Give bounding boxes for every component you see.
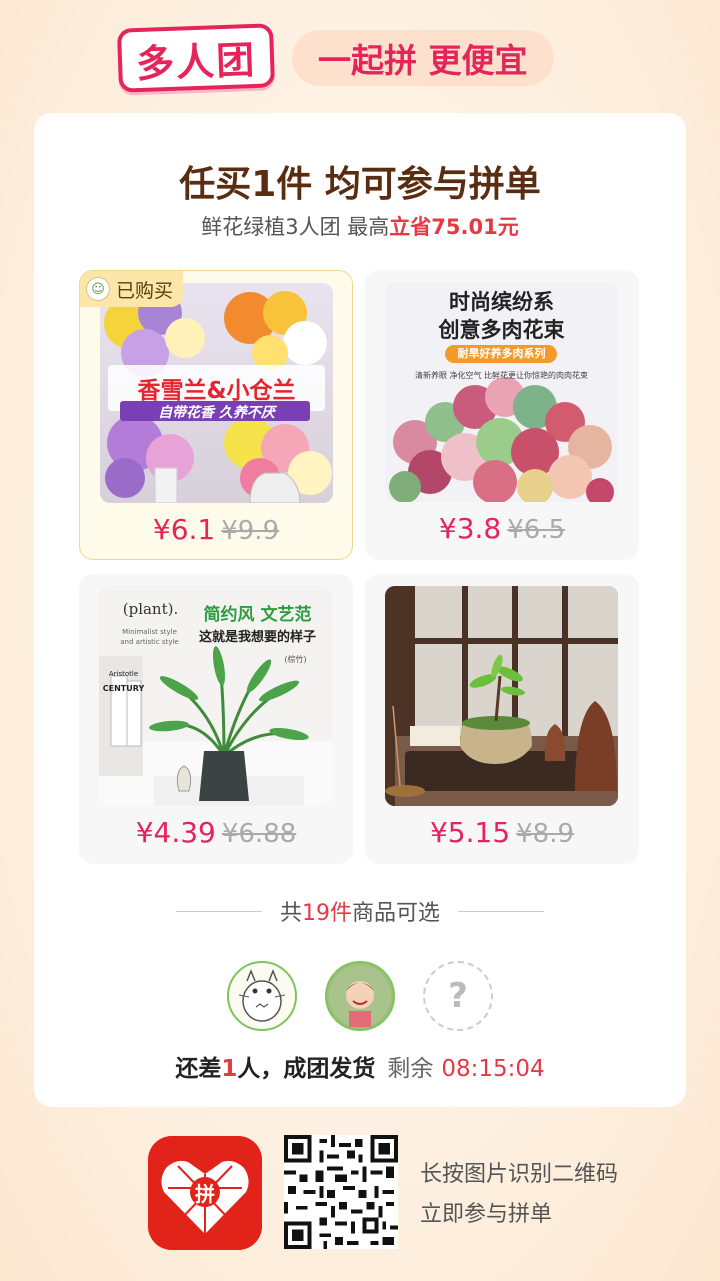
price-original: ¥9.9 [221,516,280,546]
freesia-image-subtitle: 自带花香 久养不厌 [158,405,275,421]
count-number: 19件 [302,901,352,926]
status-main: 还差1人，成团发货 [175,1056,375,1082]
qr-instruction-line2: 立即参与拼单 [420,1202,553,1227]
buyer-avatar: ☺ [86,277,110,301]
freesia-image-title: 香雪兰&小仓兰 [137,378,296,404]
bought-tag-label: 已购买 [116,279,174,302]
group-status: 还差1人，成团发货 剩余 08:15:04 [34,1049,686,1083]
child-avatar-icon [329,965,391,1027]
qr-code-icon [284,1135,398,1249]
group-buy-badge: 多人团 [116,23,276,93]
question-mark-icon: ? [448,976,468,1016]
price-row: ¥3.8 ¥6.5 [365,512,639,545]
status-suffix: 人，成团发货 [237,1056,376,1082]
card-title: 任买1件 均可参与拼单 [179,164,541,205]
succulent-title-line2: 创意多肉花束 [438,318,565,342]
qr-instructions: 长按图片识别二维码 立即参与拼单 [420,1155,618,1235]
price-row: ¥6.1 ¥9.9 [80,513,352,546]
price-original: ¥8.9 [516,819,575,849]
count-prefix: 共 [279,901,302,926]
empty-slot-avatar[interactable]: ? [423,961,493,1031]
succulent-caption: 清新养眼 净化空气 比鲜花更让你惊艳的肉肉花束 [414,371,589,380]
product-count-row: 共 19件 商品可选 [34,895,686,927]
price-current: ¥5.15 [429,816,511,849]
price-current: ¥6.1 [152,513,216,546]
divider-right [458,910,545,912]
palm-subtitle: 这就是我想要的样子 [198,630,316,645]
count-suffix: 商品可选 [352,901,441,926]
group-buy-card: 任买1件 均可参与拼单 鲜花绿植3人团 最高立省75.01元 ☺ 已购买 香雪兰… [34,113,686,1107]
palm-book-2: CENTURY [102,684,145,693]
bought-tag: ☺ 已购买 [80,271,184,307]
product-card-succulent[interactable]: 时尚缤纷系 创意多肉花束 耐旱好养多肉系列 清新养眼 净化空气 比鲜花更让你惊艳… [365,270,639,560]
logo-glyph: 拼 [195,1182,215,1206]
member-avatar-1 [227,961,297,1031]
top-banner: 多人团 一起拼 更便宜 [116,23,554,93]
status-prefix: 还差 [175,1056,222,1082]
countdown-timer: 08:15:04 [441,1056,545,1082]
product-image-freesia[interactable]: 香雪兰&小仓兰 自带花香 久养不厌 [100,283,333,503]
remain-label: 剩余 [387,1056,434,1082]
succulent-title-line1: 时尚缤纷系 [449,290,554,314]
palm-note: (棕竹) [284,655,307,664]
pinduoduo-logo: 拼 [148,1136,262,1250]
product-card-bonsai[interactable]: ¥5.15 ¥8.9 [365,574,639,864]
bonsai-illustration [385,586,618,806]
palm-book-1: Aristotle [108,670,139,678]
group-members: ? [34,961,686,1031]
qr-instruction-line1: 长按图片识别二维码 [420,1162,619,1187]
divider-left [175,910,262,912]
product-card-palm[interactable]: (plant). Minimalist style and artistic s… [79,574,353,864]
succulent-pill: 耐旱好养多肉系列 [457,347,546,360]
product-image-palm[interactable]: (plant). Minimalist style and artistic s… [99,586,332,806]
palm-title: 简约风 文艺范 [203,605,312,625]
member-avatar-2 [325,961,395,1031]
product-image-bonsai[interactable] [385,586,618,806]
totoro-avatar-icon [238,968,286,1022]
qr-code[interactable] [284,1135,398,1249]
price-row: ¥4.39 ¥6.88 [79,816,353,849]
product-card-freesia[interactable]: ☺ 已购买 香雪兰&小仓兰 自带花香 久养不厌 ¥6.1 ¥9.9 [79,270,353,560]
status-number: 1 [221,1056,238,1082]
price-row: ¥5.15 ¥8.9 [365,816,639,849]
product-image-succulent[interactable]: 时尚缤纷系 创意多肉花束 耐旱好养多肉系列 清新养眼 净化空气 比鲜花更让你惊艳… [385,282,618,502]
price-original: ¥6.5 [507,515,566,545]
card-subtitle: 鲜花绿植3人团 最高立省75.01元 [34,211,686,241]
price-current: ¥4.39 [135,816,216,849]
slogan-pill: 一起拼 更便宜 [292,30,554,86]
price-current: ¥3.8 [438,512,502,545]
subtitle-saving: 立省75.01元 [389,215,519,239]
subtitle-prefix: 鲜花绿植3人团 最高 [201,215,390,239]
price-original: ¥6.88 [221,819,297,849]
